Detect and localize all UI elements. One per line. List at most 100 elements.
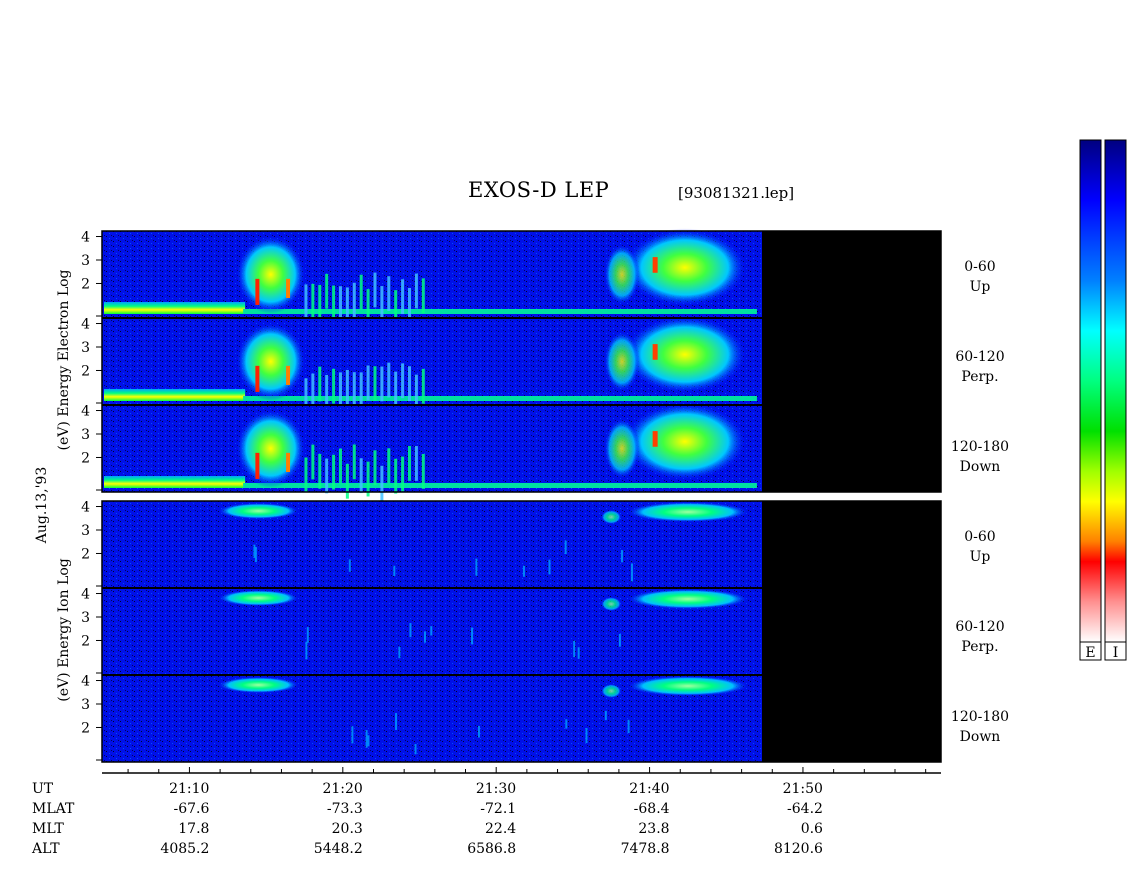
electron-burst-core: [255, 278, 260, 305]
ephemeris-row-name: ALT: [31, 841, 60, 857]
electron-spike: [394, 371, 398, 407]
electron-spike: [366, 365, 370, 401]
electron-spike: [318, 453, 322, 489]
ion-beam: [218, 590, 299, 606]
y-tick-label: 3: [81, 523, 90, 539]
electron-burst: [622, 228, 747, 307]
ion-beam: [601, 684, 622, 698]
ion-spike: [253, 544, 256, 558]
electron-burst-core: [255, 365, 260, 392]
electron-burst-core: [652, 257, 658, 273]
no-data-region: [762, 405, 941, 492]
pitch-angle-label: 120-180: [951, 439, 1009, 455]
direction-label: Up: [970, 549, 991, 565]
ephemeris-value: 7478.8: [621, 841, 670, 857]
electron-spike: [373, 450, 377, 486]
electron-spike: [352, 282, 356, 318]
ephemeris-value: 4085.2: [160, 841, 209, 857]
ion-spike: [630, 563, 633, 582]
electron-spike: [373, 366, 377, 402]
y-tick-label: 3: [81, 253, 90, 269]
electron-spike: [304, 284, 308, 320]
electron-spike: [311, 373, 315, 409]
ion-spike: [423, 631, 426, 643]
no-data-region: [762, 318, 941, 405]
y-tick-label: 3: [81, 610, 90, 626]
electron-spike: [401, 456, 405, 492]
electron-spike: [359, 458, 363, 494]
ephemeris-value: -73.3: [327, 801, 363, 817]
direction-label: Down: [960, 459, 1001, 475]
y-tick-label: 4: [81, 404, 90, 420]
ion-beam: [218, 677, 299, 693]
no-data-region: [762, 675, 941, 762]
electron-spike: [345, 287, 349, 323]
ion-spike: [306, 627, 309, 643]
ion-beam: [601, 597, 622, 611]
electron-spike: [352, 444, 356, 480]
ion-spike: [618, 633, 621, 647]
ion-beam: [627, 676, 748, 696]
electron-spike: [332, 454, 336, 490]
pitch-angle-label: 0-60: [964, 529, 995, 545]
ephemeris-value: 21:30: [476, 781, 516, 797]
ion-spike: [585, 728, 588, 744]
ion-spike: [409, 623, 412, 638]
electron-spike: [359, 274, 363, 310]
y-tick-label: 2: [81, 276, 90, 292]
electron-spike: [421, 368, 425, 404]
y-tick-label: 2: [81, 633, 90, 649]
electron-burst: [603, 244, 640, 305]
ephemeris-value: -72.1: [480, 801, 516, 817]
ion-spike: [393, 565, 396, 577]
y-tick-label: 4: [81, 317, 90, 333]
y-tick-label: 4: [81, 230, 90, 246]
colorbar-label: I: [1113, 645, 1119, 661]
ion-spike: [430, 626, 433, 636]
ion-spike: [348, 559, 351, 572]
y-tick-label: 3: [81, 340, 90, 356]
electron-burst: [235, 322, 306, 401]
pitch-angle-label: 0-60: [964, 259, 995, 275]
electron-burst: [235, 409, 306, 488]
electron-spike: [352, 372, 356, 407]
electron-spike: [414, 273, 418, 309]
y-tick-label: 3: [81, 697, 90, 713]
ephemeris-value: 5448.2: [314, 841, 363, 857]
electron-spike: [380, 286, 384, 321]
ion-spike: [305, 641, 308, 660]
electron-spike: [338, 286, 342, 322]
ephemeris-value: 20.3: [332, 821, 363, 837]
ephemeris-value: 21:40: [629, 781, 669, 797]
ion-spike: [522, 565, 525, 577]
electron-spike: [338, 372, 342, 408]
direction-label: Perp.: [961, 639, 998, 655]
electron-burst-core: [255, 452, 260, 479]
ephemeris-value: 6586.8: [467, 841, 516, 857]
colorbar: [1104, 139, 1127, 643]
electron-spike: [359, 372, 363, 408]
electron-low-energy-band: [104, 476, 246, 488]
electron-spike: [421, 278, 425, 314]
ephemeris-value: -64.2: [787, 801, 823, 817]
ion-beam: [627, 589, 748, 609]
ion-spike: [548, 559, 551, 575]
ephemeris-value: 0.6: [801, 821, 823, 837]
y-tick-label: 2: [81, 546, 90, 562]
electron-low-energy-band: [104, 302, 246, 314]
colorbar: [1079, 139, 1102, 643]
electron-spike: [332, 285, 336, 321]
electron-spike: [387, 362, 391, 398]
electron-spike: [325, 273, 329, 309]
no-data-region: [762, 501, 941, 588]
electron-burst-core: [652, 344, 658, 360]
electron-burst: [603, 418, 640, 479]
electron-spike: [345, 369, 349, 405]
electron-spike: [401, 279, 405, 315]
ion-spike: [351, 726, 354, 744]
ion-spike: [398, 646, 401, 659]
y-tick-label: 4: [81, 500, 90, 516]
ephemeris-value: -68.4: [634, 801, 670, 817]
electron-spike: [380, 366, 384, 402]
direction-label: Up: [970, 279, 991, 295]
